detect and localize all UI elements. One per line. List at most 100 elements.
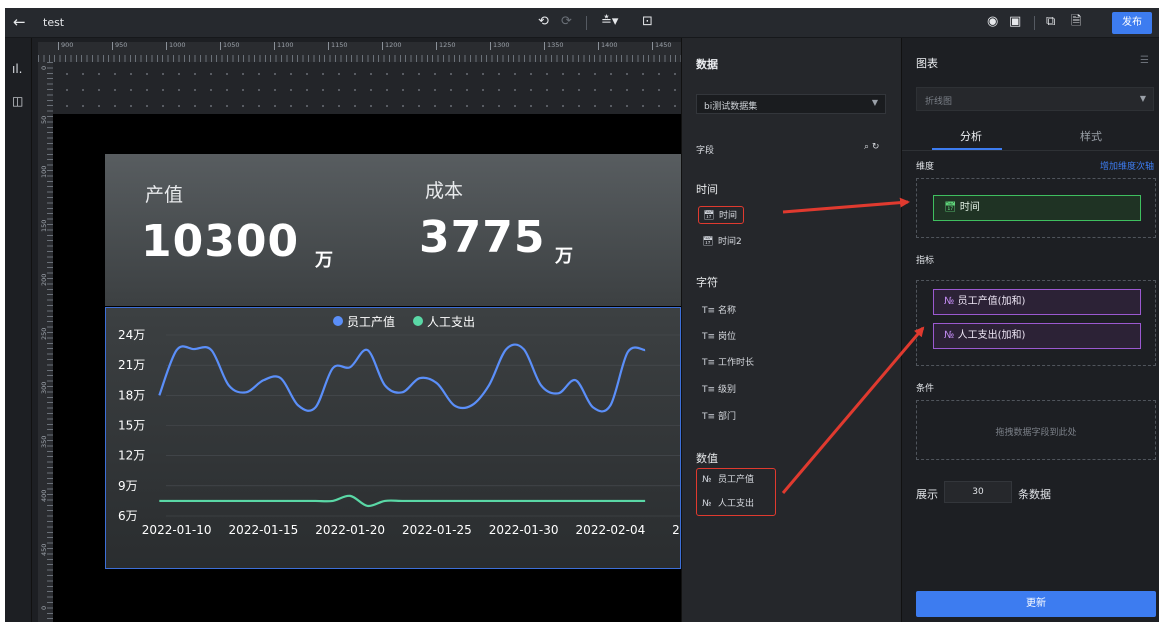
field-label: 员工产值 — [718, 475, 755, 485]
y-tick-label: 15万 — [118, 419, 145, 433]
toolbar-divider — [586, 16, 587, 30]
row-count-input[interactable]: 30 — [944, 481, 1012, 503]
field-level[interactable]: T≡ 级别 — [698, 381, 742, 399]
number-field-icon: № — [944, 330, 955, 341]
text-field-icon: T≡ — [702, 358, 716, 368]
field-output[interactable]: № 员工产值 — [698, 471, 760, 489]
preview-icon[interactable]: ◉ — [987, 14, 998, 30]
metric-label: 指标 — [916, 256, 935, 266]
metric-pill[interactable]: № 员工产值(加和) — [933, 289, 1141, 315]
kpi-label: 产值 — [145, 184, 184, 206]
left-toolbar: ıl. ◫ — [5, 38, 32, 622]
screen-icon[interactable]: ▣ — [1009, 14, 1021, 30]
field-group-label: 时间 — [696, 183, 718, 196]
line-chart[interactable]: 6万 9万 12万 15万 18万 21万 24万 2022-01-10 2022-01-15 2… — [105, 307, 681, 569]
layout-icon[interactable]: ◫ — [12, 94, 23, 108]
dimension-pill-label: 时间 — [959, 202, 980, 213]
chart-type-value: 折线图 — [925, 97, 953, 107]
bar-chart-icon[interactable]: ıl. — [12, 62, 22, 76]
ruler-label: 300 — [40, 381, 48, 394]
ruler-label: 1050 — [220, 42, 240, 50]
text-field-icon: T≡ — [702, 385, 716, 395]
lock-icon[interactable]: ⊡ — [642, 14, 653, 30]
ruler-ticks — [38, 55, 681, 62]
field-labor-cost[interactable]: № 人工支出 — [698, 495, 760, 513]
legend-marker — [413, 316, 423, 326]
text-field-icon: T≡ — [702, 306, 716, 316]
dataset-select[interactable]: bi测试数据集 ▼ — [696, 94, 886, 114]
ruler-label: 250 — [40, 327, 48, 340]
redo-icon[interactable]: ⟳ — [561, 14, 572, 30]
ruler-label: 450 — [40, 543, 48, 556]
tab-analysis[interactable]: 分析 — [960, 128, 982, 144]
condition-placeholder: 拖拽数据字段到此处 — [995, 428, 1077, 438]
field-label: 级别 — [718, 385, 737, 395]
dimension-label: 维度 — [916, 162, 935, 172]
ruler-label: 1250 — [436, 42, 456, 50]
collapse-icon[interactable]: ☰ — [1140, 55, 1149, 66]
ruler-label: 1400 — [598, 42, 618, 50]
align-icon[interactable]: ≛▾ — [601, 14, 618, 30]
ruler-label: 150 — [40, 219, 48, 232]
condition-label: 条件 — [916, 384, 935, 394]
search-icon[interactable]: ⌕ — [864, 142, 869, 152]
field-label: 岗位 — [718, 332, 737, 342]
caret-down-icon: ▼ — [1139, 94, 1146, 103]
ruler-label: 1150 — [328, 42, 348, 50]
tab-divider — [902, 150, 1159, 151]
field-name[interactable]: T≡ 名称 — [698, 302, 742, 320]
ruler-label: 1350 — [544, 42, 564, 50]
x-tick-label: 2022-02 — [672, 523, 681, 537]
design-canvas[interactable]: 产值 10300 万 成本 3775 万 6万 9万 12万 15万 18万 21万 24万… — [53, 62, 681, 622]
condition-dropzone[interactable]: 拖拽数据字段到此处 — [916, 400, 1156, 460]
calendar-icon: 📅︎ — [944, 202, 957, 213]
series-line — [158, 343, 646, 413]
metric-dropzone[interactable]: № 员工产值(加和) № 人工支出(加和) — [916, 280, 1156, 366]
y-tick-label: 21万 — [118, 358, 145, 372]
legend-label: 员工产值 — [347, 314, 395, 329]
refresh-icon[interactable]: ↻ — [872, 142, 880, 152]
y-tick-label: 6万 — [118, 509, 138, 523]
calendar-icon: 📅︎ — [703, 211, 715, 221]
legend-label: 人工支出 — [427, 315, 475, 329]
field-label: 工作时长 — [718, 358, 755, 368]
text-field-icon: T≡ — [702, 412, 716, 422]
arrow-left-icon[interactable]: ← — [13, 13, 26, 31]
field-tools: ⌕ ↻ — [864, 142, 879, 152]
tab-style[interactable]: 样式 — [1080, 128, 1102, 144]
field-group-label: 数值 — [696, 452, 718, 465]
y-tick-label: 18万 — [118, 388, 145, 402]
y-tick-label: 9万 — [118, 479, 138, 493]
field-hours[interactable]: T≡ 工作时长 — [698, 354, 760, 372]
kpi-card[interactable]: 产值 10300 万 成本 3775 万 — [105, 154, 681, 306]
update-button[interactable]: 更新 — [916, 591, 1156, 617]
dimension-pill[interactable]: 📅︎ 时间 — [933, 195, 1141, 221]
x-tick-label: 2022-01-25 — [402, 523, 472, 537]
chart-type-select[interactable]: 折线图 ▼ — [916, 87, 1154, 111]
data-panel: 数据 bi测试数据集 ▼ 字段 ⌕ ↻ 时间 📅︎ 时间 📅︎ 时间2 字符 T≡ 名… — [681, 38, 901, 622]
field-position[interactable]: T≡ 岗位 — [698, 328, 742, 346]
field-label: 时间2 — [718, 237, 742, 247]
metric-pill[interactable]: № 人工支出(加和) — [933, 323, 1141, 349]
data-panel-title: 数据 — [696, 58, 718, 71]
dimension-dropzone[interactable]: 📅︎ 时间 — [916, 178, 1156, 238]
canvas-grid — [53, 62, 681, 114]
number-field-icon: № — [702, 499, 712, 509]
line-chart-svg: 6万 9万 12万 15万 18万 21万 24万 2022-01-10 2022-01-15 2… — [118, 314, 681, 537]
app-window: ← test ⟲ ⟳ ≛▾ ⊡ ◉ ▣ ⧉ 🗎 发布 ıl. ◫ 900 950 1… — [5, 8, 1159, 622]
field-time[interactable]: 📅︎ 时间 — [698, 206, 745, 224]
ruler-label: 200 — [40, 273, 48, 286]
add-dimension-axis-link[interactable]: 增加维度次轴 — [1100, 159, 1154, 172]
ruler-label: 50 — [40, 115, 48, 124]
inspect-icon[interactable]: ⧉ — [1046, 14, 1055, 30]
kpi-label: 成本 — [425, 180, 464, 202]
top-bar: ← test ⟲ ⟳ ≛▾ ⊡ ◉ ▣ ⧉ 🗎 发布 — [5, 8, 1159, 38]
save-icon[interactable]: 🗎 — [1071, 14, 1081, 30]
field-time2[interactable]: 📅︎ 时间2 — [698, 233, 748, 251]
field-label: 时间 — [719, 211, 738, 221]
series-line — [159, 494, 646, 508]
field-department[interactable]: T≡ 部门 — [698, 408, 742, 426]
undo-icon[interactable]: ⟲ — [538, 14, 549, 30]
text-field-icon: T≡ — [702, 332, 716, 342]
publish-button[interactable]: 发布 — [1112, 12, 1152, 34]
